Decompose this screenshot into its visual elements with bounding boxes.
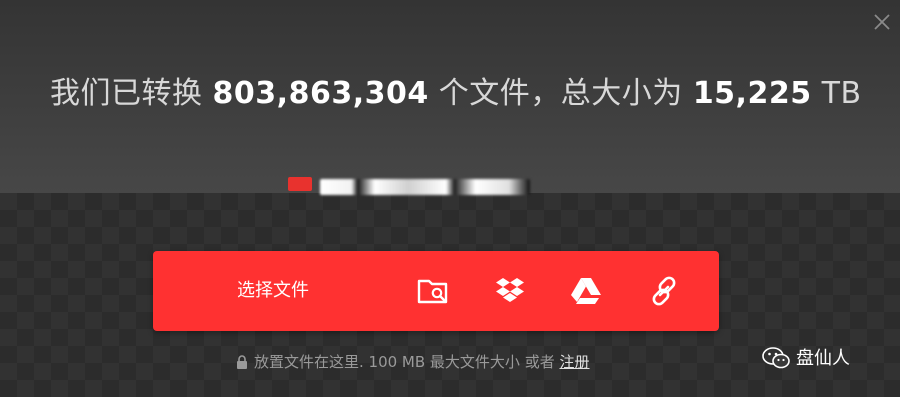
blurred-logo bbox=[288, 175, 534, 199]
close-icon bbox=[874, 14, 890, 30]
size-unit: TB bbox=[821, 76, 862, 111]
files-count: 803,863,304 bbox=[212, 76, 429, 111]
folder-search-icon bbox=[417, 279, 448, 304]
watermark-label: 盘仙人 bbox=[796, 348, 850, 369]
close-button[interactable] bbox=[869, 9, 895, 35]
stats-prefix: 我们已转换 bbox=[50, 76, 203, 111]
dropbox-icon bbox=[496, 278, 524, 302]
lock-icon bbox=[237, 355, 247, 369]
upload-bar: 选择文件 bbox=[153, 251, 719, 331]
conversion-stats: 我们已转换 803,863,304 个文件，总大小为 15,225 TB bbox=[50, 72, 861, 116]
choose-file-button[interactable]: 选择文件 bbox=[153, 251, 393, 331]
google-drive-icon bbox=[571, 278, 601, 304]
link-icon bbox=[652, 276, 676, 306]
total-size: 15,225 bbox=[692, 76, 812, 111]
google-drive-button[interactable] bbox=[568, 273, 604, 309]
watermark: 盘仙人 bbox=[762, 344, 882, 374]
drop-hint-text: 放置文件在这里. 100 MB 最大文件大小 或者 bbox=[254, 353, 555, 371]
drop-hint: 放置文件在这里. 100 MB 最大文件大小 或者 注册 bbox=[236, 351, 656, 373]
wechat-icon bbox=[762, 347, 790, 369]
stats-middle: 个文件，总大小为 bbox=[438, 76, 683, 111]
browse-device-button[interactable] bbox=[415, 273, 451, 309]
url-button[interactable] bbox=[646, 273, 682, 309]
register-link[interactable]: 注册 bbox=[560, 353, 590, 371]
dropbox-button[interactable] bbox=[492, 273, 528, 309]
logo-text-blurred bbox=[320, 179, 530, 195]
logo-mark bbox=[288, 177, 312, 191]
